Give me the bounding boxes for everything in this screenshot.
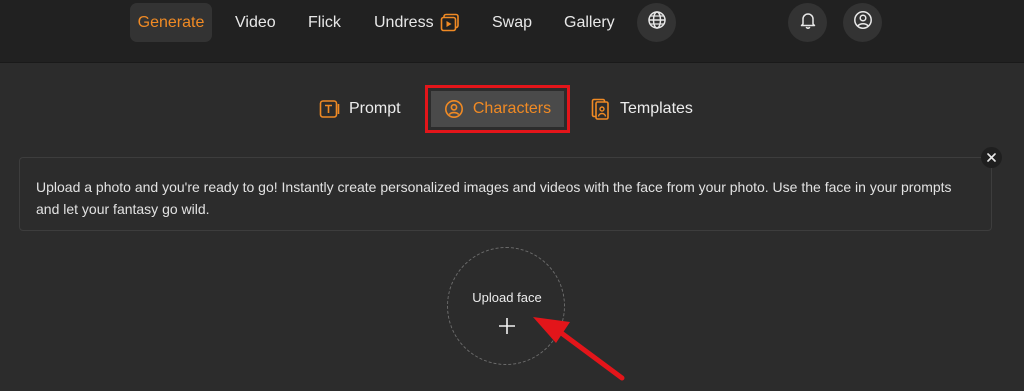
nav-flick-label: Flick xyxy=(308,13,341,31)
bell-icon xyxy=(799,11,817,34)
language-button[interactable] xyxy=(637,3,676,42)
templates-icon xyxy=(591,98,611,120)
nav-video[interactable]: Video xyxy=(235,3,276,42)
notifications-button[interactable] xyxy=(788,3,827,42)
top-navbar: Generate Video Flick Undress Swap Galler… xyxy=(0,0,1024,63)
nav-video-label: Video xyxy=(235,13,276,31)
tab-templates-label: Templates xyxy=(620,100,693,117)
nav-undress[interactable]: Undress xyxy=(374,3,460,42)
nav-generate-label: Generate xyxy=(137,13,205,31)
tab-characters[interactable]: Characters xyxy=(425,85,570,133)
user-icon xyxy=(853,10,873,35)
globe-icon xyxy=(647,10,667,35)
tab-characters-selected: Characters xyxy=(431,91,564,127)
close-icon xyxy=(987,149,996,167)
nav-generate[interactable]: Generate xyxy=(130,3,212,42)
text-prompt-icon xyxy=(319,99,340,119)
upload-face-label: Upload face xyxy=(472,290,542,305)
nav-gallery-label: Gallery xyxy=(564,13,615,31)
nav-swap-label: Swap xyxy=(492,13,533,31)
tab-templates[interactable]: Templates xyxy=(591,85,693,133)
info-banner: Upload a photo and you're ready to go! I… xyxy=(19,157,992,231)
nav-undress-label: Undress xyxy=(374,13,434,31)
account-button[interactable] xyxy=(843,3,882,42)
nav-swap[interactable]: Swap xyxy=(492,3,532,42)
info-banner-text: Upload a photo and you're ready to go! I… xyxy=(36,179,952,217)
info-close-button[interactable] xyxy=(981,147,1002,168)
page: Generate Video Flick Undress Swap Galler… xyxy=(0,0,1024,391)
tab-characters-label: Characters xyxy=(472,100,552,117)
tab-prompt-label: Prompt xyxy=(349,100,401,117)
nav-flick[interactable]: Flick xyxy=(308,3,341,42)
upload-face-button[interactable]: Upload face xyxy=(447,247,565,365)
tab-prompt[interactable]: Prompt xyxy=(319,85,401,133)
nav-gallery[interactable]: Gallery xyxy=(564,3,615,42)
video-play-icon xyxy=(440,13,460,33)
plus-icon xyxy=(498,317,516,335)
character-icon xyxy=(444,99,464,119)
